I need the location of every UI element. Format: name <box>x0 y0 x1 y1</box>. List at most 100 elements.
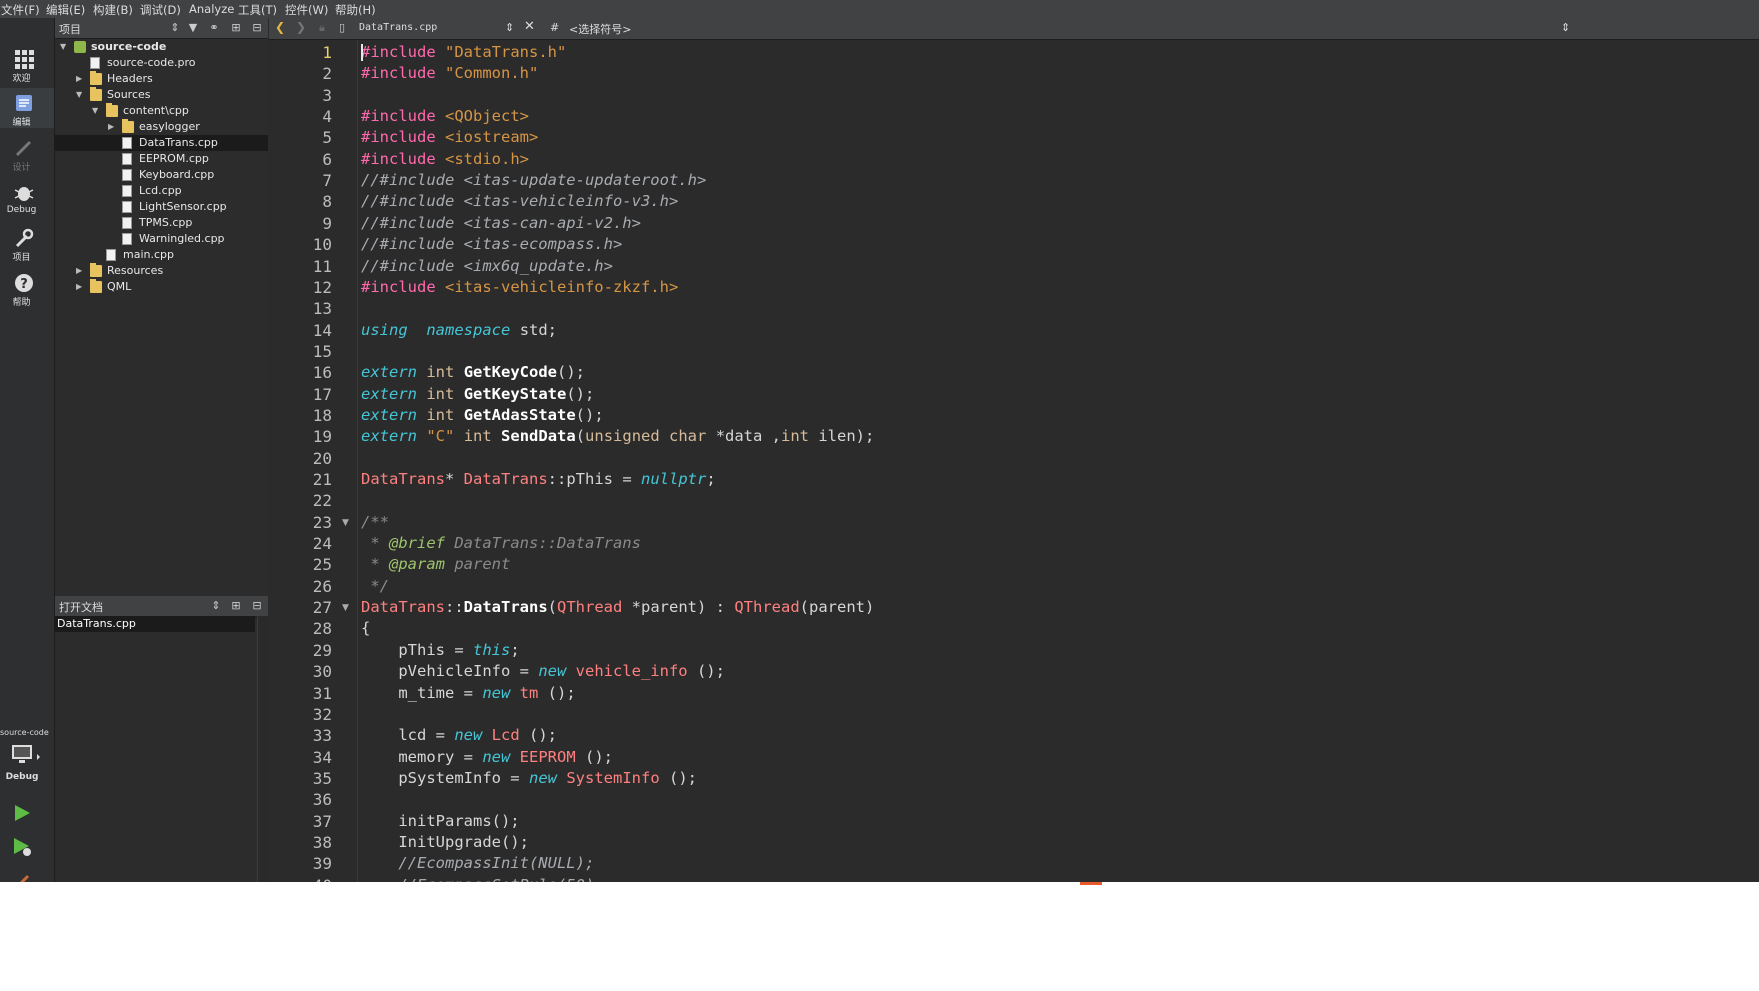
open-document-label: DataTrans.cpp <box>57 617 136 630</box>
tree-item[interactable]: Keyboard.cpp <box>55 167 268 183</box>
open-documents-scrollbar[interactable] <box>257 616 268 882</box>
code-line: #include <iostream> <box>361 127 538 148</box>
tree-item[interactable]: ▼ Sources <box>55 87 268 103</box>
line-number: 39 <box>312 854 332 874</box>
forward-icon[interactable]: ❯ <box>296 20 306 34</box>
menu-analyze[interactable]: Analyze <box>189 2 234 16</box>
tree-item[interactable]: LightSensor.cpp <box>55 199 268 215</box>
debug-run-button[interactable] <box>12 836 34 862</box>
mode-design[interactable]: 设计 <box>0 133 54 173</box>
tree-item[interactable]: Warningled.cpp <box>55 231 268 247</box>
tree-item[interactable]: ▶ Headers <box>55 71 268 87</box>
expand-arrow-icon[interactable]: ▼ <box>76 87 86 103</box>
tree-item-label: source-code.pro <box>107 56 196 69</box>
split-icon[interactable]: ⊞ <box>228 598 244 614</box>
close-panel-icon[interactable]: ⊟ <box>249 20 265 36</box>
file-selector[interactable]: DataTrans.cpp <box>359 22 437 33</box>
kit-selector[interactable]: Debug <box>0 742 54 784</box>
line-number: 5 <box>322 128 332 148</box>
view-switch-icon[interactable]: ⇕ <box>167 20 183 36</box>
expand-arrow-icon[interactable]: ▼ <box>60 39 70 55</box>
code-token: #include <box>361 64 445 83</box>
code-token: SendData <box>501 427 576 446</box>
collapse-arrow-icon[interactable]: ▶ <box>108 119 118 135</box>
menu-edit[interactable]: 编辑(E) <box>46 2 85 18</box>
code-editor[interactable]: #include "DataTrans.h" #include "Common.h… <box>361 40 1751 882</box>
line-number: 32 <box>312 704 332 724</box>
tree-item[interactable]: ▼ source-code <box>55 39 268 55</box>
run-button[interactable] <box>12 803 32 827</box>
expand-arrow-icon[interactable]: ▼ <box>92 103 102 119</box>
code-token: extern <box>361 363 417 382</box>
code-token: DataTrans <box>361 598 445 617</box>
symbol-selector[interactable]: <选择符号> <box>569 21 631 37</box>
mode-projects[interactable]: 项目 <box>0 223 54 263</box>
collapse-arrow-icon[interactable]: ▶ <box>76 71 86 87</box>
file-icon <box>122 201 132 213</box>
mode-label: 编辑 <box>12 118 31 128</box>
line-number: 19 <box>312 427 332 447</box>
code-token: Lcd <box>491 726 520 745</box>
line-number: 29 <box>312 640 332 660</box>
line-number: 31 <box>312 683 332 703</box>
open-document-item[interactable]: DataTrans.cpp <box>55 616 255 632</box>
menu-file[interactable]: 文件(F) <box>1 2 40 18</box>
close-panel-icon[interactable]: ⊟ <box>249 598 265 614</box>
code-line: #include "Common.h" <box>361 63 538 84</box>
menu-debug[interactable]: 调试(D) <box>140 2 181 18</box>
fold-toggle-icon[interactable]: ▼ <box>342 603 349 613</box>
tree-item-label: DataTrans.cpp <box>139 136 218 149</box>
mode-help[interactable]: ? 帮助 <box>0 268 54 308</box>
mode-welcome[interactable]: 欢迎 <box>0 44 54 84</box>
mode-label: 帮助 <box>12 298 31 308</box>
line-number: 11 <box>312 256 332 276</box>
back-icon[interactable]: ❮ <box>275 20 285 34</box>
code-token: m_time = <box>361 683 483 702</box>
mode-edit[interactable]: 编辑 <box>0 88 54 128</box>
menu-widgets[interactable]: 控件(W) <box>285 2 328 18</box>
menu-help[interactable]: 帮助(H) <box>335 2 376 18</box>
tree-item[interactable]: Lcd.cpp <box>55 183 268 199</box>
code-line: pSystemInfo = new SystemInfo (); <box>361 768 697 789</box>
menu-build[interactable]: 构建(B) <box>93 2 133 18</box>
code-token: int <box>426 363 455 382</box>
code-token: (); <box>659 768 697 787</box>
tree-item[interactable]: ▶ easylogger <box>55 119 268 135</box>
split-icon[interactable]: ⊞ <box>228 20 244 36</box>
collapse-arrow-icon[interactable]: ▶ <box>76 279 86 295</box>
file-icon <box>122 137 132 149</box>
code-line: */ <box>361 576 389 597</box>
file-icon <box>122 185 132 197</box>
code-line: extern int GetAdasState(); <box>361 405 604 426</box>
tree-item[interactable]: source-code.pro <box>55 55 268 71</box>
tree-item[interactable]: EEPROM.cpp <box>55 151 268 167</box>
line-number: 23 <box>312 512 332 532</box>
close-document-icon[interactable]: ✕ <box>524 19 535 34</box>
code-token: { <box>361 619 371 638</box>
view-switch-icon[interactable]: ⇕ <box>208 598 224 614</box>
tree-item[interactable]: ▼ content\cpp <box>55 103 268 119</box>
line-number: 8 <box>322 192 332 212</box>
line-number-gutter: 1 2 3 4 5 6 7 8 9 10 11 12 13 14 15 16 17 18 19 20 21 22 23 ▼ 24… <box>269 40 358 895</box>
mode-debug[interactable]: Debug <box>0 178 54 218</box>
menu-tools[interactable]: 工具(T) <box>238 2 277 18</box>
tree-item[interactable]: main.cpp <box>55 247 268 263</box>
tree-item[interactable]: ▶ Resources <box>55 263 268 279</box>
code-token: <iostream> <box>445 128 539 147</box>
fold-toggle-icon[interactable]: ▼ <box>342 518 349 528</box>
tree-item[interactable]: DataTrans.cpp <box>55 135 268 151</box>
filter-icon[interactable]: ▼ <box>185 20 201 36</box>
tree-item[interactable]: ▶ QML <box>55 279 268 295</box>
tree-item[interactable]: TPMS.cpp <box>55 215 268 231</box>
link-icon[interactable]: ⚭ <box>206 20 222 36</box>
line-number: 20 <box>312 448 332 468</box>
collapse-arrow-icon[interactable]: ▶ <box>76 263 86 279</box>
tree-item-label: main.cpp <box>123 248 174 261</box>
code-line: DataTrans* DataTrans::pThis = nullptr; <box>361 469 716 490</box>
